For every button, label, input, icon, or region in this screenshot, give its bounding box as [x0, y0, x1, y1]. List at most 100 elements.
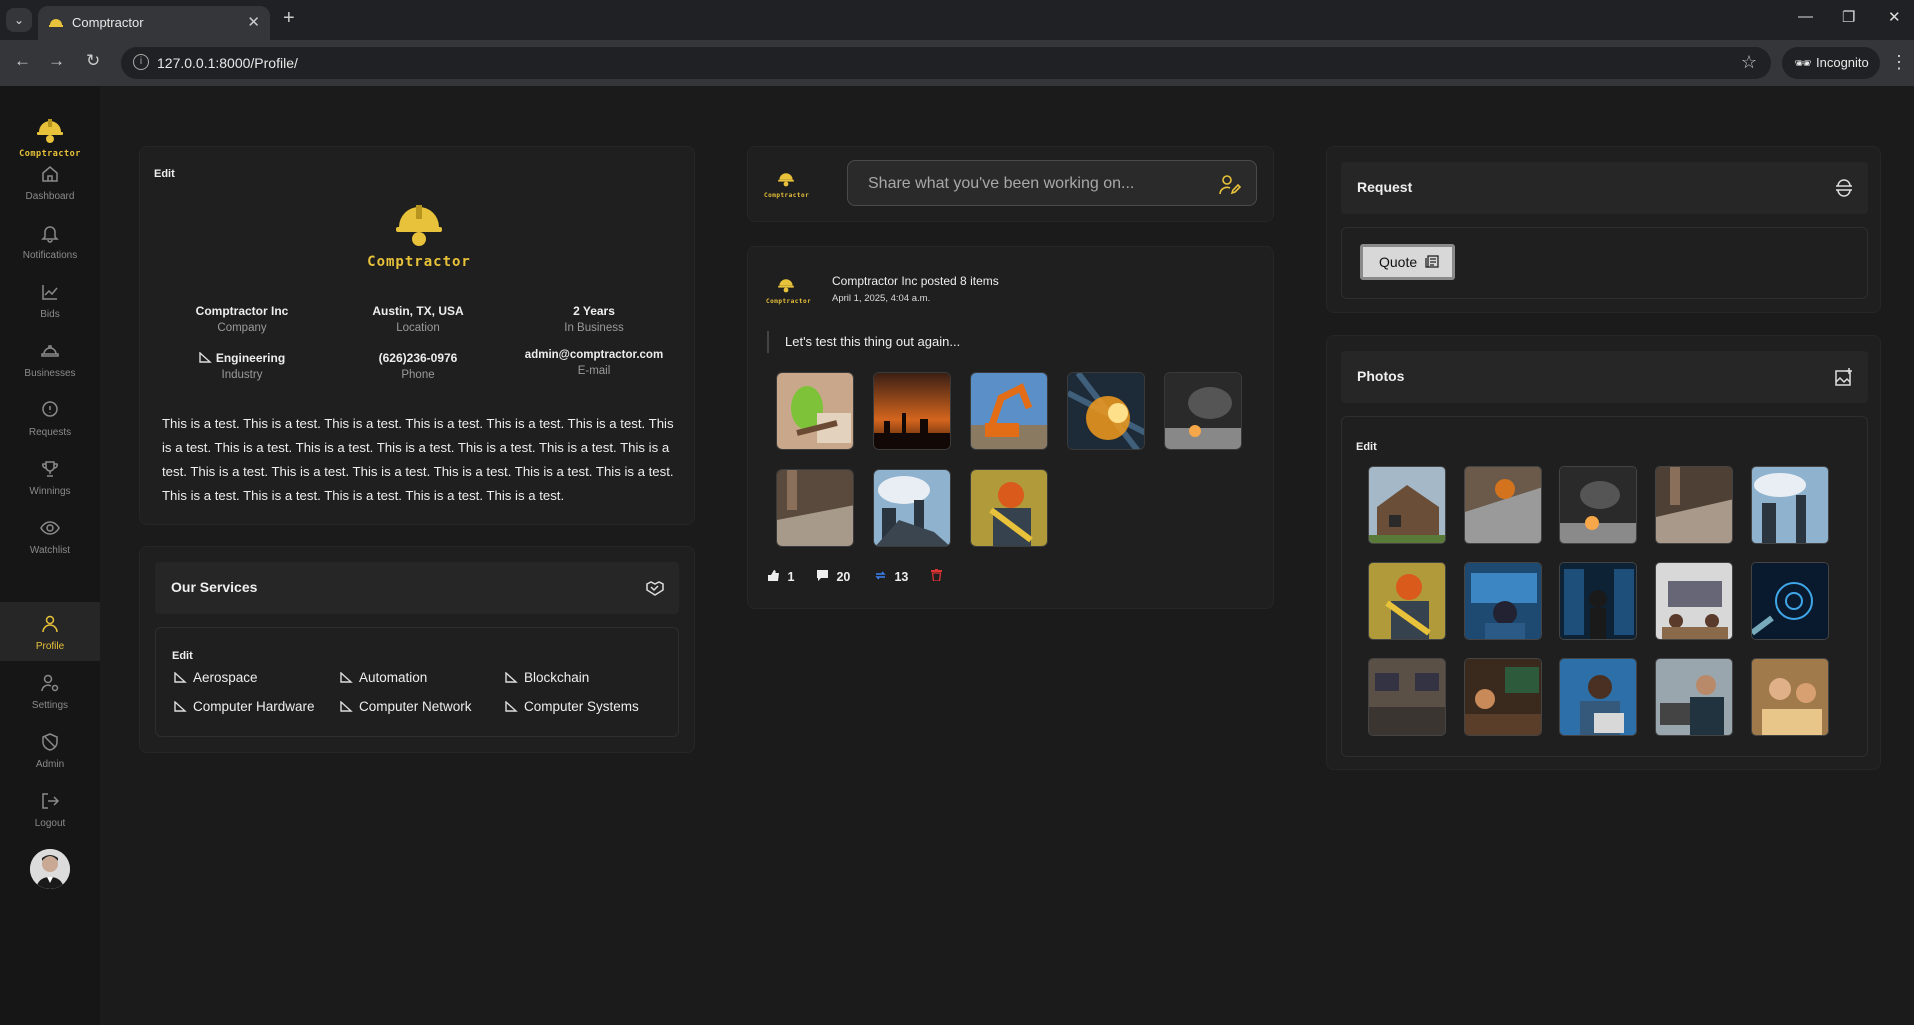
- email-info: admin@comptractor.com E-mail: [509, 349, 679, 377]
- gallery-photo[interactable]: [1559, 658, 1637, 736]
- gallery-photo[interactable]: [1751, 466, 1829, 544]
- forward-icon[interactable]: →: [48, 51, 65, 71]
- quote-bar: [767, 331, 769, 353]
- restore-icon[interactable]: ❐: [1842, 8, 1855, 26]
- shield-icon: [42, 733, 58, 751]
- new-tab-button[interactable]: +: [283, 7, 295, 30]
- nav-label: Dashboard: [25, 191, 75, 202]
- gallery-photo[interactable]: [1655, 466, 1733, 544]
- email-value[interactable]: admin@comptractor.com: [509, 349, 679, 361]
- service-item: Automation: [340, 670, 427, 685]
- gallery-photo[interactable]: [1464, 658, 1542, 736]
- incognito-icon: 🕶: [1794, 55, 1812, 71]
- nav-logout[interactable]: Logout: [0, 779, 100, 838]
- gallery-photo[interactable]: [1559, 466, 1637, 544]
- service-item: Computer Hardware: [174, 699, 315, 714]
- photos-title: Photos: [1357, 368, 1405, 384]
- gallery-photo[interactable]: [1464, 562, 1542, 640]
- gallery-photo[interactable]: [1655, 658, 1733, 736]
- nav-bids[interactable]: Bids: [0, 270, 100, 329]
- site-info-icon[interactable]: i: [133, 54, 149, 70]
- photos-edit-link[interactable]: Edit: [1356, 441, 1377, 453]
- comment-icon: [817, 570, 828, 581]
- browser-tab[interactable]: Comptractor ✕: [38, 6, 270, 40]
- post-date: April 1, 2025, 4:04 a.m.: [832, 293, 931, 304]
- incognito-badge[interactable]: 🕶 Incognito: [1782, 47, 1880, 79]
- repost-icon: [875, 571, 886, 580]
- comment-button[interactable]: 20: [816, 569, 850, 584]
- minimize-icon[interactable]: —: [1798, 8, 1813, 25]
- profile-edit-link[interactable]: Edit: [154, 168, 175, 180]
- gallery-photo[interactable]: [1655, 562, 1733, 640]
- user-avatar[interactable]: [30, 849, 70, 889]
- gallery-photo[interactable]: [1559, 562, 1637, 640]
- sidebar: Comptractor Dashboard Notifications Bids…: [0, 86, 100, 1025]
- gallery-photo[interactable]: [1368, 658, 1446, 736]
- gallery-photo[interactable]: [1368, 466, 1446, 544]
- tab-search-button[interactable]: ⌄: [6, 8, 32, 32]
- hardhat-icon: [41, 345, 59, 357]
- nav-requests[interactable]: Requests: [0, 388, 100, 447]
- post-image[interactable]: [776, 372, 854, 450]
- gallery-photo[interactable]: [1751, 562, 1829, 640]
- nav-label: Logout: [34, 818, 66, 829]
- company-info: Comptractor Inc Company: [157, 304, 327, 334]
- address-bar[interactable]: i 127.0.0.1:8000/Profile/ ☆: [121, 47, 1771, 79]
- years-label: In Business: [564, 322, 624, 334]
- handshake-icon: [646, 581, 664, 596]
- nav-settings[interactable]: Settings: [0, 661, 100, 720]
- request-card: Request: [1326, 146, 1881, 313]
- post-image[interactable]: [776, 469, 854, 547]
- post-image[interactable]: [873, 469, 951, 547]
- url-text: 127.0.0.1:8000/Profile/: [157, 55, 298, 71]
- nav-profile[interactable]: Profile: [0, 602, 100, 661]
- nav-admin[interactable]: Admin: [0, 720, 100, 779]
- add-photo-icon[interactable]: [1834, 367, 1854, 387]
- incognito-label: Incognito: [1816, 55, 1869, 70]
- gallery-photo[interactable]: [1751, 658, 1829, 736]
- post-author-logo: Comptractor: [766, 275, 811, 305]
- reload-icon[interactable]: ↻: [86, 51, 100, 71]
- post-image[interactable]: [873, 372, 951, 450]
- service-item: Aerospace: [174, 670, 258, 685]
- share-post-input[interactable]: Share what you've been working on...: [847, 160, 1257, 206]
- logout-icon: [42, 793, 60, 809]
- post-image[interactable]: [1164, 372, 1242, 450]
- nav-businesses[interactable]: Businesses: [0, 329, 100, 388]
- quote-button[interactable]: Quote: [1360, 244, 1455, 280]
- nav-watchlist[interactable]: Watchlist: [0, 506, 100, 565]
- nav-dashboard[interactable]: Dashboard: [0, 152, 100, 211]
- document-icon: [1425, 255, 1439, 268]
- company-logo-wordmark: Comptractor: [367, 254, 471, 270]
- services-edit-link[interactable]: Edit: [172, 650, 193, 662]
- photos-header: Photos: [1341, 351, 1868, 403]
- like-button[interactable]: 1: [767, 569, 794, 584]
- bookmark-star-icon[interactable]: ☆: [1741, 52, 1757, 73]
- gallery-photo[interactable]: [1464, 466, 1542, 544]
- nav-label: Notifications: [22, 250, 78, 261]
- nav-notifications[interactable]: Notifications: [0, 211, 100, 270]
- gallery-photo[interactable]: [1368, 562, 1446, 640]
- close-window-icon[interactable]: ✕: [1888, 8, 1901, 26]
- services-list: Edit Aerospace Automation Blockchain Com…: [155, 627, 679, 737]
- post-image[interactable]: [1067, 372, 1145, 450]
- services-title: Our Services: [171, 579, 258, 595]
- browser-menu-icon[interactable]: ⋮: [1890, 52, 1908, 73]
- post-image[interactable]: [970, 372, 1048, 450]
- eye-icon: [40, 521, 60, 535]
- delete-post-button[interactable]: [931, 569, 942, 584]
- close-tab-icon[interactable]: ✕: [247, 13, 260, 31]
- nav-winnings[interactable]: Winnings: [0, 447, 100, 506]
- set-square-icon: [174, 672, 187, 683]
- nav-label: Profile: [35, 641, 65, 652]
- thumbs-up-icon: [768, 570, 779, 581]
- back-icon[interactable]: ←: [14, 51, 31, 71]
- post-text: Let's test this thing out again...: [785, 334, 961, 349]
- nav-label: Businesses: [24, 368, 76, 379]
- phone-info: (626)236-0976 Phone: [333, 351, 503, 381]
- post-image[interactable]: [970, 469, 1048, 547]
- post-header: Comptractor Inc posted 8 items: [832, 274, 999, 288]
- years-info: 2 Years In Business: [509, 304, 679, 334]
- user-edit-icon[interactable]: [1218, 173, 1242, 197]
- repost-button[interactable]: 13: [874, 569, 908, 584]
